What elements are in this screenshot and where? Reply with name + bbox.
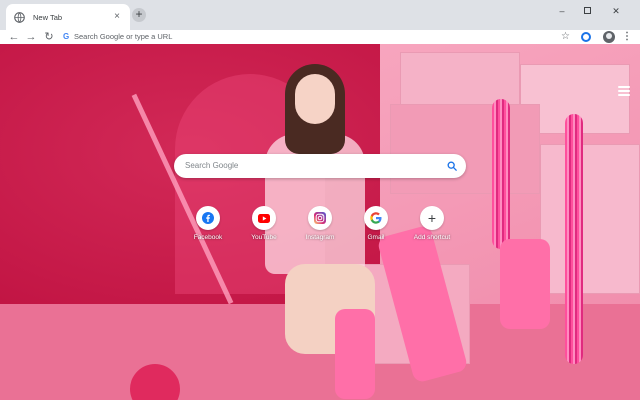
shortcut-label: Instagram: [305, 234, 335, 241]
search-icon[interactable]: [447, 161, 457, 171]
shortcut-tile[interactable]: [196, 206, 220, 230]
search-placeholder: Search Google: [185, 161, 239, 170]
gift-box: [390, 104, 540, 194]
forward-button[interactable]: →: [24, 30, 38, 44]
shortcut-tile[interactable]: [308, 206, 332, 230]
shortcut-facebook[interactable]: Facebook: [178, 206, 238, 248]
youtube-icon: [258, 213, 270, 223]
new-tab-button[interactable]: +: [132, 8, 146, 22]
tab-title: New Tab: [33, 12, 63, 22]
address-bar-placeholder: Search Google or type a URL: [74, 32, 173, 41]
tinsel-garland: [565, 114, 583, 364]
address-bar[interactable]: G Search Google or type a URL: [58, 32, 578, 42]
globe-icon: [14, 11, 25, 23]
pink-boot: [500, 239, 550, 329]
instagram-icon: [314, 212, 326, 224]
shortcut-label: YouTube: [251, 234, 277, 241]
maximize-button[interactable]: [580, 7, 594, 16]
shortcut-tile[interactable]: [364, 206, 388, 230]
minimize-button[interactable]: –: [555, 7, 569, 16]
pink-boot: [335, 309, 375, 399]
shortcut-instagram[interactable]: Instagram: [290, 206, 350, 248]
google-icon: [370, 212, 382, 224]
shortcut-add[interactable]: + Add shortcut: [402, 206, 462, 248]
shortcut-label: Add shortcut: [413, 234, 451, 241]
person-face: [295, 74, 335, 124]
customize-menu-icon[interactable]: [618, 86, 630, 100]
tinsel-garland: [492, 99, 510, 249]
tab-new-tab[interactable]: New Tab ×: [6, 4, 130, 30]
shortcut-tile[interactable]: [252, 206, 276, 230]
shortcut-youtube[interactable]: YouTube: [234, 206, 294, 248]
shortcut-label: Gmail: [367, 234, 385, 241]
plus-icon: +: [427, 210, 437, 226]
extension-icon[interactable]: [581, 32, 591, 42]
bookmark-star-icon[interactable]: ☆: [561, 30, 570, 44]
shortcut-tile[interactable]: +: [420, 206, 444, 230]
reload-button[interactable]: ↻: [42, 30, 56, 44]
profile-avatar[interactable]: [603, 31, 615, 43]
back-button[interactable]: ←: [7, 30, 21, 44]
shortcut-label: Facebook: [193, 234, 223, 241]
browser-menu-icon[interactable]: ⋮: [622, 30, 632, 44]
facebook-icon: [202, 212, 214, 224]
maximize-icon: [583, 7, 591, 14]
google-g-icon: G: [63, 32, 70, 41]
tab-close-icon[interactable]: ×: [112, 12, 122, 22]
gift-box: [540, 144, 640, 294]
shortcut-gmail[interactable]: Gmail: [346, 206, 406, 248]
close-window-button[interactable]: ✕: [609, 7, 623, 16]
search-box[interactable]: Search Google: [174, 154, 466, 178]
